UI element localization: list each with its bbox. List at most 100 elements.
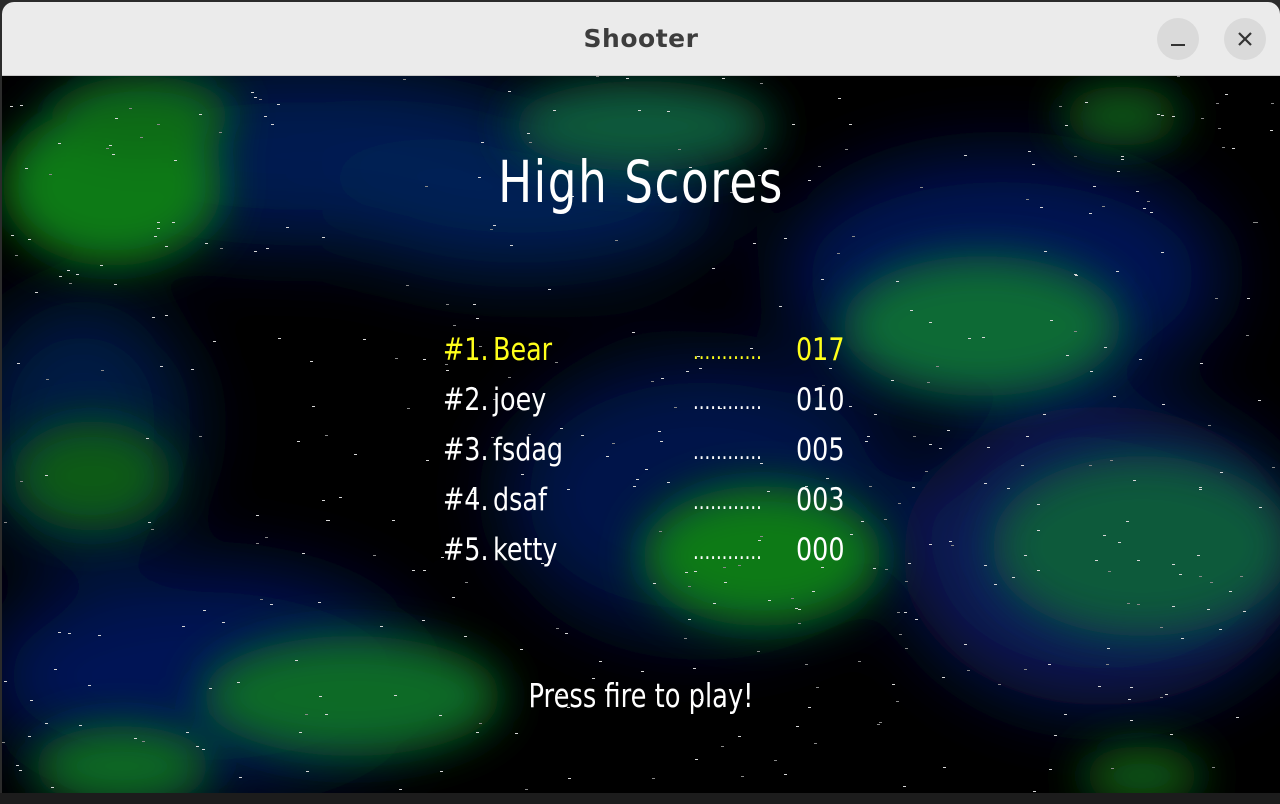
star	[25, 168, 28, 169]
star	[553, 110, 556, 111]
star	[1207, 609, 1210, 610]
star	[929, 444, 932, 445]
star	[67, 270, 70, 271]
star	[738, 736, 741, 737]
star	[302, 553, 305, 554]
star	[101, 370, 104, 371]
close-button[interactable]	[1224, 18, 1266, 60]
star	[1075, 275, 1078, 276]
star	[885, 569, 888, 570]
star	[423, 359, 426, 360]
star	[439, 715, 442, 716]
star	[446, 304, 449, 305]
star	[1095, 560, 1098, 561]
player-name: fsdag	[493, 432, 564, 468]
star	[556, 628, 559, 629]
star	[929, 544, 932, 545]
player-name: Bear	[493, 332, 553, 368]
star	[814, 743, 817, 744]
star	[277, 104, 280, 105]
star	[1037, 530, 1040, 531]
star	[1200, 363, 1203, 364]
star	[964, 644, 967, 645]
star	[1074, 331, 1077, 332]
star	[440, 771, 443, 772]
star	[774, 760, 777, 761]
star	[464, 636, 467, 637]
title-bar[interactable]: Shooter	[2, 2, 1280, 76]
star	[1118, 542, 1121, 543]
star	[1108, 571, 1111, 572]
star	[157, 228, 160, 229]
window-title: Shooter	[583, 24, 699, 53]
player-name: dsaf	[493, 482, 547, 518]
star	[1215, 298, 1218, 299]
star	[199, 114, 202, 115]
star	[865, 441, 868, 442]
minimize-button[interactable]	[1157, 18, 1199, 60]
star	[760, 83, 763, 84]
star	[838, 98, 841, 99]
star	[1116, 271, 1119, 272]
star	[1037, 570, 1040, 571]
star	[1137, 560, 1140, 561]
game-canvas[interactable]: High Scores #1. Bear ............ 017 #2…	[2, 76, 1280, 802]
rank: #4.	[443, 482, 489, 518]
star	[837, 253, 840, 254]
star	[148, 522, 151, 523]
star	[1110, 460, 1113, 461]
star	[30, 700, 33, 701]
star	[426, 460, 429, 461]
score-value: 005	[796, 432, 845, 468]
star	[481, 142, 484, 143]
star	[1126, 521, 1129, 522]
star	[79, 725, 82, 726]
star	[903, 786, 906, 787]
star	[1240, 576, 1243, 577]
star	[798, 609, 801, 610]
star	[1160, 697, 1163, 698]
star	[203, 610, 206, 611]
star	[905, 648, 908, 649]
star	[58, 143, 61, 144]
star	[949, 541, 952, 542]
star	[548, 289, 551, 290]
star	[322, 237, 325, 238]
star	[213, 341, 216, 342]
star	[1085, 102, 1088, 103]
star	[134, 738, 137, 739]
star	[1065, 125, 1068, 126]
star	[667, 111, 670, 112]
star	[684, 638, 687, 639]
star	[45, 723, 48, 724]
star	[525, 789, 528, 790]
star	[1157, 114, 1160, 115]
star	[1243, 611, 1246, 612]
star	[1271, 103, 1274, 104]
star	[1090, 371, 1093, 372]
star	[453, 325, 456, 326]
star	[1074, 274, 1077, 275]
star	[1247, 298, 1250, 299]
star	[908, 563, 911, 564]
star	[984, 565, 987, 566]
star	[741, 776, 744, 777]
star	[1160, 627, 1163, 628]
star	[1222, 147, 1225, 148]
star	[265, 537, 268, 538]
star	[712, 268, 715, 269]
star	[784, 238, 787, 239]
star	[910, 310, 913, 311]
star	[1150, 212, 1153, 213]
star	[1139, 359, 1142, 360]
star	[1177, 76, 1180, 77]
star	[1137, 604, 1140, 605]
star	[796, 726, 799, 727]
star	[191, 369, 194, 370]
star	[479, 723, 482, 724]
star	[520, 649, 523, 650]
star	[967, 670, 970, 671]
star	[898, 503, 901, 504]
star	[913, 436, 916, 437]
star	[254, 251, 257, 252]
